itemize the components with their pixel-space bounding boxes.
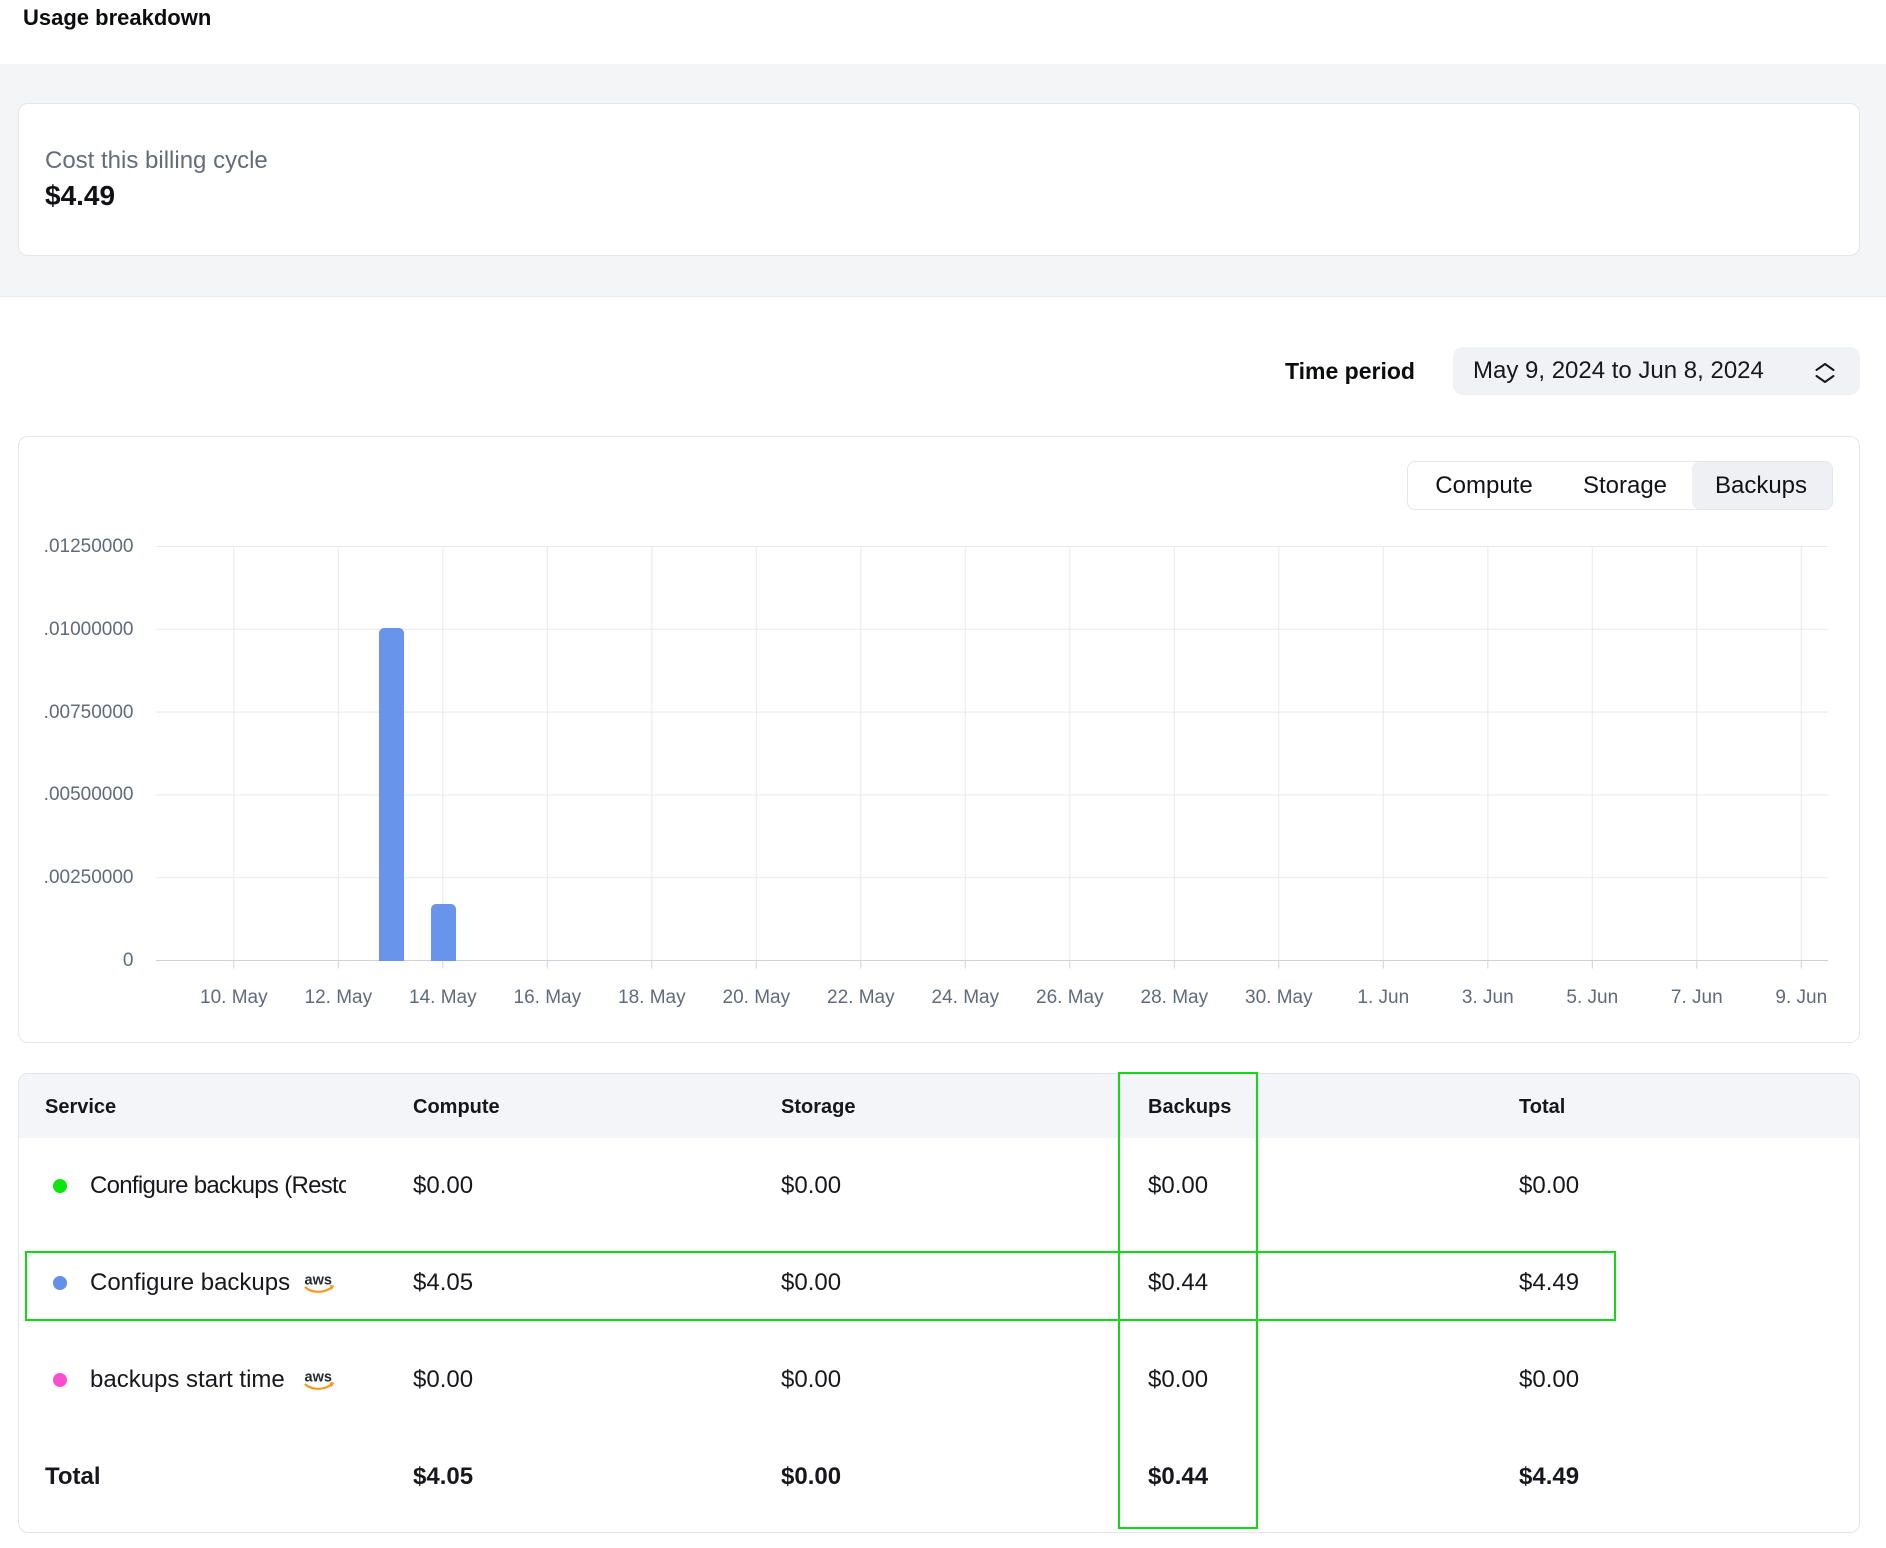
- svg-text:aws: aws: [305, 1369, 332, 1385]
